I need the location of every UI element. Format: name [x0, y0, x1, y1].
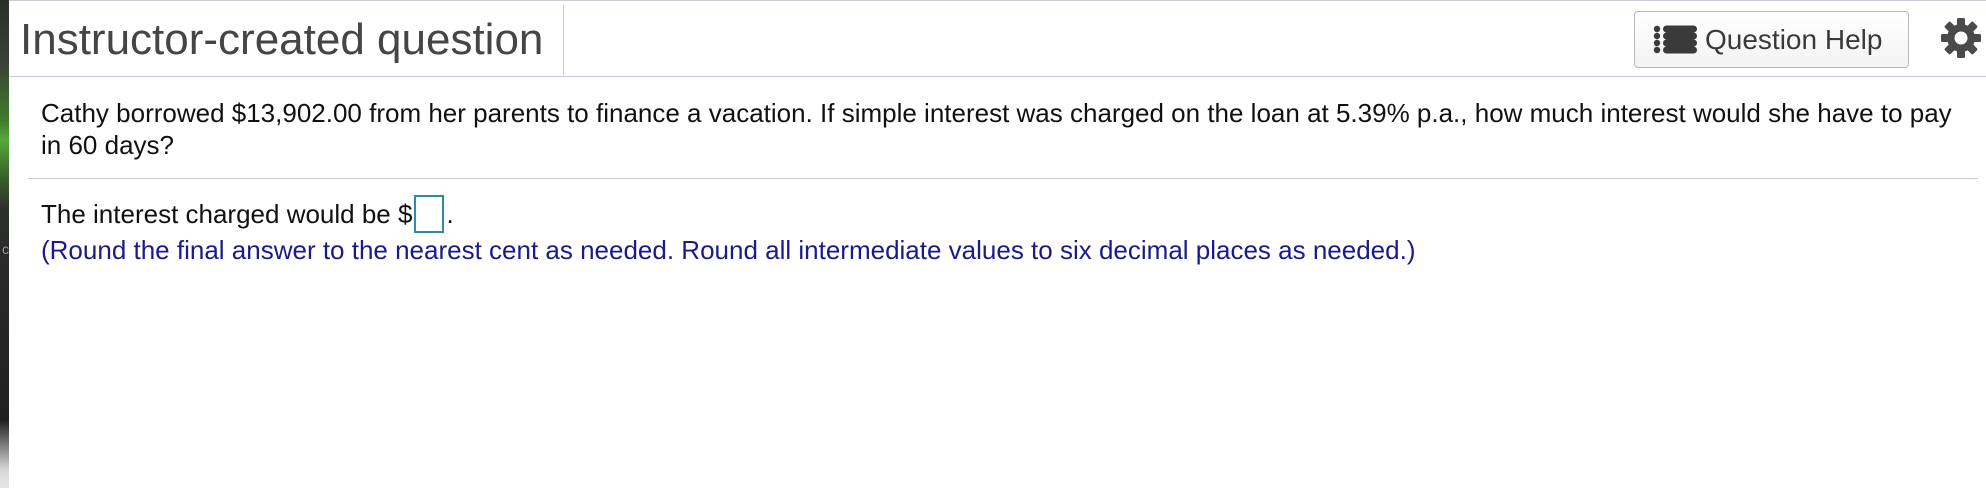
interest-answer-input[interactable]: [414, 195, 445, 233]
question-text: Cathy borrowed $13,902.00 from her paren…: [41, 98, 1952, 160]
page: c Instructor-created question Question H…: [0, 0, 1986, 488]
answer-prefix: The interest charged would be $: [41, 199, 413, 229]
answer-line: The interest charged would be $ .: [41, 192, 454, 236]
question-help-button[interactable]: Question Help: [1634, 11, 1909, 68]
gear-icon[interactable]: [1940, 17, 1982, 59]
background-window-edge: c: [0, 0, 9, 488]
answer-suffix: .: [446, 199, 454, 229]
question-help-label: Question Help: [1705, 23, 1883, 55]
title-divider: [563, 5, 564, 75]
list-icon: [1653, 25, 1699, 55]
page-title: Instructor-created question: [20, 15, 544, 64]
question-header: Instructor-created question Question Hel…: [9, 0, 1986, 77]
partial-glyph: c: [2, 241, 9, 257]
question-divider: [28, 178, 1978, 179]
rounding-hint: (Round the final answer to the nearest c…: [41, 235, 1416, 265]
